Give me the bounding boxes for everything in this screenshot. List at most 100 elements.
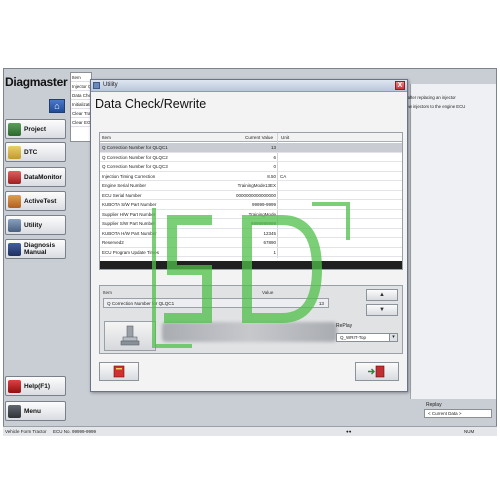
help-icon xyxy=(8,379,21,393)
row-current-value: 99999-9999 xyxy=(251,202,276,207)
table-header: Item Current Value Unit xyxy=(100,133,402,142)
menu-button[interactable]: Menu xyxy=(5,401,66,421)
table-row[interactable]: Supplier H/W Part Number TrainingMode xyxy=(100,210,402,219)
table-row[interactable]: ECU Serial Number 0000000000000000 xyxy=(100,191,402,200)
help-button[interactable]: Help(F1) xyxy=(5,376,66,396)
edit-item-label: Item xyxy=(103,290,112,295)
nav-dtc-label: DTC xyxy=(24,148,38,156)
app-brand: Diagmaster xyxy=(5,75,68,89)
list-item[interactable]: Initializati xyxy=(71,100,91,109)
table-row[interactable]: Injection Timing Correction 8.50 CA xyxy=(100,172,402,181)
row-item: Q Correction Number for QLQC1 xyxy=(102,145,168,150)
arrow-up-icon: ▲ xyxy=(379,292,385,298)
row-current-value: 6 xyxy=(273,154,276,160)
table-row[interactable]: Supplier S/W Part Number 9999999999 xyxy=(100,219,402,229)
exit-button[interactable] xyxy=(355,362,399,381)
nav-dtc-button[interactable]: DTC xyxy=(5,142,66,162)
list-item[interactable]: Data Che xyxy=(71,91,91,100)
row-current-value: 67890 xyxy=(263,240,276,245)
replay-select-value: Q_WRIT-Top xyxy=(340,335,367,340)
redacted-area xyxy=(162,322,337,342)
description-line: new injectors to the engine ECU xyxy=(404,104,466,109)
edit-field-value: 13 xyxy=(318,301,324,306)
row-current-value: TrainingMode xyxy=(248,211,276,217)
row-item: Injection Timing Correction xyxy=(102,173,156,179)
row-item: Q Correction Number for QLQC2 xyxy=(102,154,168,160)
edit-value-field[interactable]: Q Correction Number for QLQC1 13 xyxy=(103,298,329,308)
home-button[interactable]: ⌂ xyxy=(49,99,65,113)
home-icon: ⌂ xyxy=(54,101,60,111)
nav-utility-button[interactable]: Utility xyxy=(5,215,66,235)
write-icon xyxy=(120,325,140,346)
row-item: Reserved2 xyxy=(102,240,124,245)
description-panel xyxy=(410,84,496,399)
row-item: Q Correction Number for QLQC3 xyxy=(102,164,168,169)
nav-utility-label: Utility xyxy=(24,221,43,229)
row-current-value: 8.50 xyxy=(267,173,276,179)
table-row[interactable]: KUBOTA S/W Part Number 99999-9999 xyxy=(100,200,402,210)
screen: Diagmaster ⌂ Project DTC DataMonitor Act… xyxy=(0,0,500,500)
utility-icon xyxy=(8,218,21,232)
list-item[interactable]: Injector Q xyxy=(71,82,91,91)
help-label: Help(F1) xyxy=(24,382,50,390)
nav-diagnosis-manual-button[interactable]: Diagnosis Manual xyxy=(5,239,66,259)
nav-manual-label: Diagnosis Manual xyxy=(24,242,56,256)
column-header-item: Item xyxy=(102,135,111,140)
row-current-value: 1 xyxy=(273,249,276,255)
nav-activetest-label: ActiveTest xyxy=(24,197,57,205)
edit-value-label: Value xyxy=(262,290,274,295)
decrement-button[interactable]: ▼ xyxy=(366,304,398,316)
nav-project-button[interactable]: Project xyxy=(5,119,66,139)
items-panel: Item Injector Q Data Che Initializati Cl… xyxy=(70,72,92,142)
status-bar: Vehicle Form Tractor ECU No. 99999-9999 … xyxy=(3,426,497,436)
items-panel-header: Item xyxy=(71,73,91,82)
active-test-icon xyxy=(8,194,21,208)
nav-activetest-button[interactable]: ActiveTest xyxy=(5,191,66,211)
replay-select[interactable]: < Current Data > xyxy=(424,409,492,418)
replay-label: RePlay xyxy=(336,323,353,329)
write-button[interactable] xyxy=(104,321,156,351)
table-row[interactable]: KUBOTA H/W Part Number 12345 xyxy=(100,229,402,238)
table-footer xyxy=(100,261,402,269)
table-row[interactable]: Q Correction Number for QLQC3 0 xyxy=(100,162,402,172)
nav-project-label: Project xyxy=(24,125,47,133)
row-item: KUBOTA H/W Part Number xyxy=(102,230,157,236)
utility-dialog: Utility X Data Check/Rewrite Item Curren… xyxy=(90,79,408,392)
replay-label: Replay xyxy=(426,402,442,408)
arrow-down-icon: ▼ xyxy=(379,307,385,313)
menu-icon xyxy=(8,404,21,418)
table-body: Q Correction Number for QLQC1 13 Q Correct… xyxy=(100,143,402,257)
table-row[interactable]: Reserved2 67890 xyxy=(100,238,402,248)
row-item: Engine Serial Number xyxy=(102,183,147,188)
description-text: g after replacing an injector new inject… xyxy=(404,93,496,111)
row-item: KUBOTA S/W Part Number xyxy=(102,202,157,207)
dialog-title: Utility xyxy=(103,82,118,88)
table-row[interactable]: Engine Serial Number TrainingMode13EX xyxy=(100,181,402,191)
row-current-value: 13 xyxy=(270,145,276,150)
row-current-value: 0000000000000000 xyxy=(235,192,276,198)
row-unit: CA xyxy=(280,173,287,179)
list-item[interactable]: Clear Tra xyxy=(71,109,91,118)
table-row[interactable]: ECU Program Update Times 1 xyxy=(100,248,402,257)
row-current-value: 0 xyxy=(273,164,276,169)
status-num: NUM xyxy=(464,429,475,434)
help-book-icon xyxy=(113,365,125,378)
increment-button[interactable]: ▲ xyxy=(366,289,398,301)
table-row[interactable]: Q Correction Number for QLQC2 6 xyxy=(100,153,402,162)
dialog-help-button[interactable] xyxy=(99,362,139,381)
dialog-titlebar[interactable]: Utility X xyxy=(91,80,407,92)
nav-datamonitor-button[interactable]: DataMonitor xyxy=(5,167,66,187)
dtc-icon xyxy=(8,145,21,159)
row-item: Supplier S/W Part Number xyxy=(102,221,156,226)
table-row[interactable]: Q Correction Number for QLQC1 13 xyxy=(100,143,402,153)
window-icon xyxy=(93,82,100,89)
list-item[interactable]: Clear EG xyxy=(71,118,91,127)
replay-select[interactable]: Q_WRIT-Top ▾ xyxy=(336,333,398,342)
close-icon[interactable]: X xyxy=(395,81,405,90)
edit-panel: Item Value Q Correction Number for QLQC1… xyxy=(99,285,403,354)
row-item: ECU Program Update Times xyxy=(102,249,160,255)
status-indicator-icon: ●● xyxy=(346,429,352,434)
nav-datamonitor-label: DataMonitor xyxy=(24,173,62,181)
project-icon xyxy=(8,122,21,136)
description-line: g after replacing an injector xyxy=(404,95,456,100)
